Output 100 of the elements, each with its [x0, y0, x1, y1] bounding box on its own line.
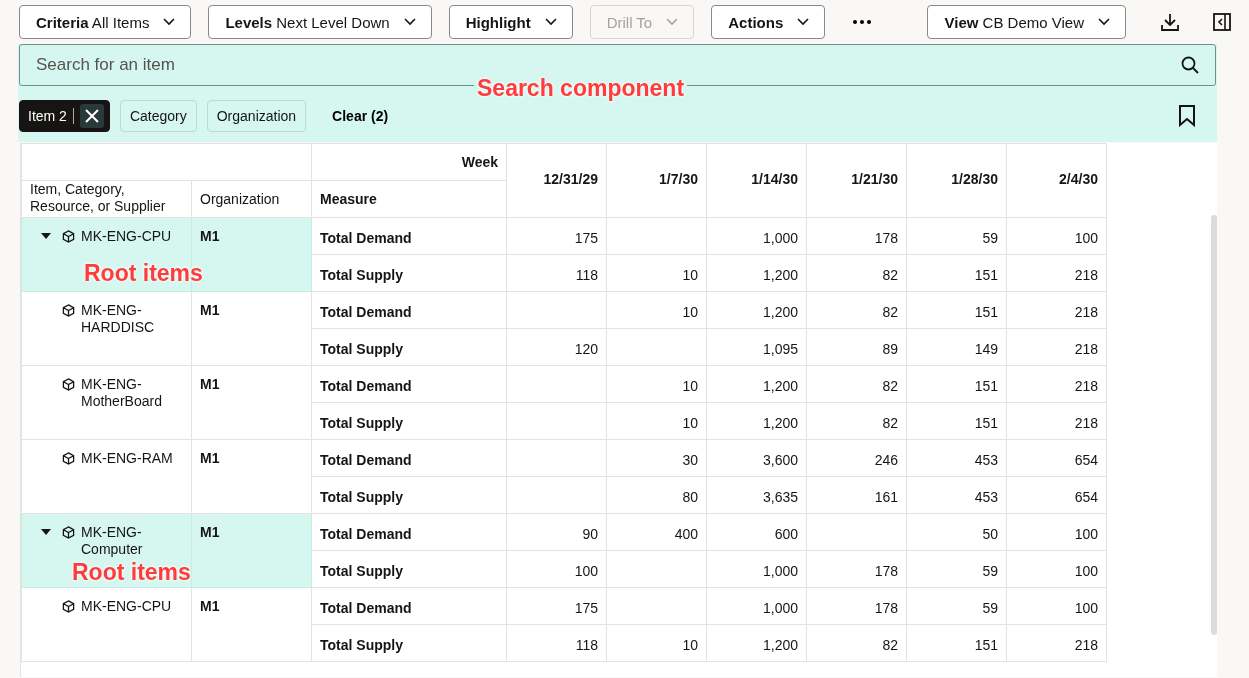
table-cell: 89 — [806, 328, 907, 366]
table-cell: 400 — [606, 513, 707, 551]
filter-chip[interactable]: Item 2 — [19, 100, 110, 132]
chevron-down-icon — [544, 18, 557, 26]
table-cell: 600 — [706, 513, 807, 551]
cube-icon — [62, 524, 75, 539]
measure-label: Total Supply — [311, 254, 507, 292]
table-cell: 3,600 — [706, 439, 807, 477]
measure-label: Total Supply — [311, 328, 507, 366]
column-header: 1/28/30 — [906, 143, 1007, 218]
table-cell: 82 — [806, 624, 907, 662]
column-header: Organization — [191, 180, 312, 218]
table-cell: 1,000 — [706, 550, 807, 588]
table-cell: 82 — [806, 365, 907, 403]
table-cell: 10 — [606, 291, 707, 329]
table-cell: 1,095 — [706, 328, 807, 366]
item-name[interactable]: MK-ENG-Computer — [81, 524, 173, 558]
table-cell: 10 — [606, 624, 707, 662]
table-cell: 100 — [1006, 513, 1107, 551]
table-cell: 218 — [1006, 624, 1107, 662]
table-cell: M1 — [191, 439, 312, 514]
menu-button[interactable]: View CB Demo View — [927, 5, 1126, 39]
column-header: Week — [311, 143, 507, 181]
download-icon[interactable] — [1160, 12, 1180, 32]
measure-label: Total Demand — [311, 439, 507, 477]
table-cell: 82 — [806, 254, 907, 292]
column-header: Item, Category, Resource, or Supplier — [21, 180, 192, 218]
menu-button[interactable]: Actions — [711, 5, 826, 39]
table-cell: 1,000 — [706, 587, 807, 625]
column-header: 1/7/30 — [606, 143, 707, 218]
table-cell: 90 — [506, 513, 607, 551]
table-cell: 59 — [906, 550, 1007, 588]
table-cell: 175 — [506, 217, 607, 255]
table-cell: 218 — [1006, 402, 1107, 440]
bookmark-icon[interactable] — [1178, 105, 1196, 127]
menu-button[interactable]: Levels Next Level Down — [208, 5, 432, 39]
measure-label: Total Demand — [311, 365, 507, 403]
scrollbar[interactable] — [1211, 215, 1217, 635]
table-cell: 453 — [906, 476, 1007, 514]
table-cell: 178 — [806, 587, 907, 625]
close-icon[interactable] — [79, 104, 104, 128]
menu-button[interactable]: Highlight — [448, 5, 573, 39]
item-name[interactable]: MK-ENG-CPU — [81, 228, 172, 245]
table-cell: 30 — [606, 439, 707, 477]
item-name[interactable]: MK-ENG-CPU — [81, 598, 172, 615]
filter-chip[interactable]: Organization — [206, 100, 307, 132]
search-icon[interactable] — [1181, 56, 1199, 74]
column-header: 2/4/30 — [1006, 143, 1107, 218]
table-cell: 1,200 — [706, 624, 807, 662]
annotation-label: Root items — [72, 559, 191, 586]
table-cell: 151 — [906, 291, 1007, 329]
table-cell: 1,200 — [706, 365, 807, 403]
table-cell: 120 — [506, 328, 607, 366]
column-header: 1/14/30 — [706, 143, 807, 218]
filter-chip[interactable]: Category — [119, 100, 197, 132]
measure-label: Total Supply — [311, 476, 507, 514]
table-cell: 100 — [1006, 587, 1107, 625]
table-cell: 178 — [806, 217, 907, 255]
table-cell: 151 — [906, 624, 1007, 662]
collapse-icon[interactable] — [41, 529, 51, 536]
cube-icon — [62, 598, 75, 613]
table-cell: 50 — [906, 513, 1007, 551]
measure-label: Total Demand — [311, 513, 507, 551]
table-cell: 118 — [506, 254, 607, 292]
collapse-icon[interactable] — [41, 233, 51, 240]
chevron-down-icon — [163, 18, 176, 26]
clear-link[interactable]: Clear (2) — [332, 108, 389, 124]
chevron-down-icon — [1098, 18, 1110, 26]
table-cell: 654 — [1006, 439, 1107, 477]
table-cell: 82 — [806, 402, 907, 440]
table-cell: 1,200 — [706, 291, 807, 329]
table-cell: 654 — [1006, 476, 1107, 514]
table-cell: 1,000 — [706, 217, 807, 255]
menu-button[interactable]: Criteria All Items — [19, 5, 192, 39]
item-name[interactable]: MK-ENG-RAM — [81, 450, 173, 467]
cube-icon — [62, 228, 75, 243]
table-cell: 453 — [906, 439, 1007, 477]
measure-label: Total Supply — [311, 624, 507, 662]
table-cell: 246 — [806, 439, 907, 477]
annotation-label: Search component — [474, 75, 688, 102]
column-header: 1/21/30 — [806, 143, 907, 218]
table-cell: 149 — [906, 328, 1007, 366]
side-panel-icon[interactable] — [1213, 13, 1231, 31]
table-cell: 10 — [606, 402, 707, 440]
measure-label: Total Supply — [311, 402, 507, 440]
table-cell: 1,200 — [706, 402, 807, 440]
table-cell: 178 — [806, 550, 907, 588]
table-cell: 218 — [1006, 328, 1107, 366]
table-cell: 1,200 — [706, 254, 807, 292]
table-cell: 100 — [506, 550, 607, 588]
more-icon[interactable] — [852, 19, 873, 25]
cube-icon — [62, 302, 75, 317]
table-cell: 3,635 — [706, 476, 807, 514]
chevron-down-icon — [666, 18, 679, 26]
table-cell: 151 — [906, 365, 1007, 403]
table-cell: M1 — [191, 365, 312, 440]
table-cell: 218 — [1006, 254, 1107, 292]
table-cell: 161 — [806, 476, 907, 514]
cube-icon — [62, 450, 75, 465]
table-cell: 10 — [606, 254, 707, 292]
